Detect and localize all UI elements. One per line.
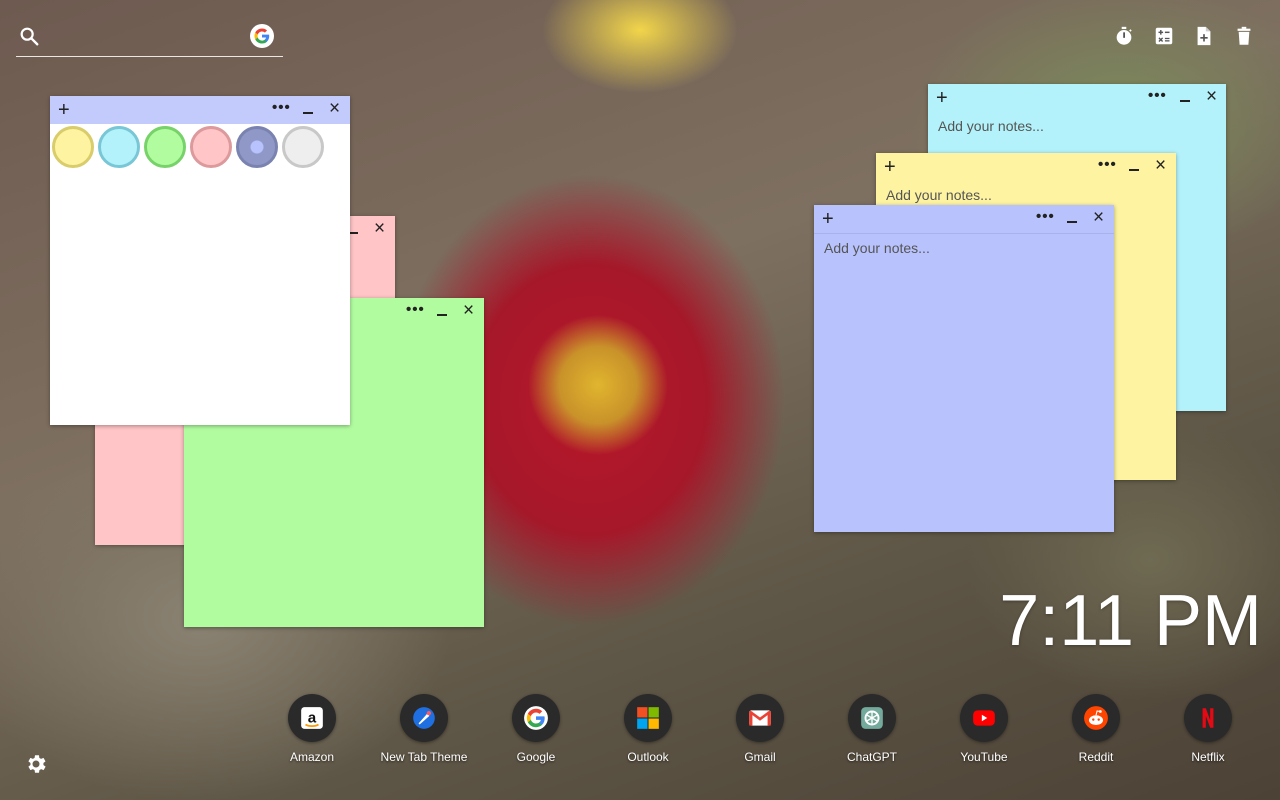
- add-note-button[interactable]: +: [822, 206, 834, 232]
- gear-icon[interactable]: [24, 752, 48, 776]
- color-swatch-periwinkle-selected[interactable]: [236, 126, 278, 168]
- google-icon: [512, 694, 560, 742]
- add-note-icon[interactable]: [1192, 24, 1216, 48]
- shortcut-youtube[interactable]: YouTube: [928, 694, 1040, 774]
- search-icon[interactable]: [18, 25, 40, 47]
- note-toolbar: + ••• ×: [928, 84, 1226, 112]
- more-options-button[interactable]: •••: [1098, 153, 1116, 179]
- note-white[interactable]: + ••• ×: [50, 96, 350, 425]
- shortcut-label: New Tab Theme: [380, 750, 468, 764]
- shortcut-label: YouTube: [960, 750, 1008, 764]
- shortcut-reddit[interactable]: Reddit: [1040, 694, 1152, 774]
- shortcut-label: Netflix: [1191, 750, 1225, 764]
- minimize-button[interactable]: [1127, 153, 1141, 179]
- shortcut-label: Gmail: [744, 750, 776, 764]
- gmail-icon: [736, 694, 784, 742]
- shortcut-google[interactable]: Google: [480, 694, 592, 774]
- chatgpt-icon: [848, 694, 896, 742]
- more-options-button[interactable]: •••: [406, 298, 424, 324]
- minimize-button[interactable]: [435, 298, 449, 324]
- shortcut-label: Google: [516, 750, 556, 764]
- google-g-icon[interactable]: [250, 24, 274, 48]
- more-options-button[interactable]: •••: [1148, 84, 1166, 110]
- shortcut-chatgpt[interactable]: ChatGPT: [816, 694, 928, 774]
- add-note-button[interactable]: +: [936, 85, 948, 111]
- color-picker: [52, 126, 324, 176]
- shortcut-netflix[interactable]: Netflix: [1152, 694, 1264, 774]
- minimize-button[interactable]: [1178, 84, 1192, 110]
- clock: 7:11 PM: [999, 581, 1262, 661]
- shortcut-amazon[interactable]: a Amazon: [256, 694, 368, 774]
- shortcut-label: Outlook: [627, 750, 669, 764]
- color-swatch-white[interactable]: [282, 126, 324, 168]
- note-periwinkle[interactable]: + ••• × Add your notes...: [814, 205, 1114, 532]
- note-toolbar: + ••• ×: [50, 96, 350, 124]
- shortcut-gmail[interactable]: Gmail: [704, 694, 816, 774]
- color-swatch-green[interactable]: [144, 126, 186, 168]
- note-text-area[interactable]: Add your notes...: [814, 234, 1114, 262]
- shortcut-label: Reddit: [1078, 750, 1114, 764]
- add-note-button[interactable]: +: [58, 97, 70, 123]
- color-swatch-yellow[interactable]: [52, 126, 94, 168]
- search-bar: [16, 22, 283, 57]
- color-swatch-pink[interactable]: [190, 126, 232, 168]
- close-button[interactable]: ×: [1206, 84, 1222, 110]
- timer-icon[interactable]: [1112, 24, 1136, 48]
- reddit-icon: [1072, 694, 1120, 742]
- note-toolbar: + ••• ×: [876, 153, 1176, 181]
- close-button[interactable]: ×: [374, 216, 390, 242]
- close-button[interactable]: ×: [329, 96, 345, 122]
- color-swatch-blue[interactable]: [98, 126, 140, 168]
- shortcut-new-tab-theme[interactable]: New Tab Theme: [368, 694, 480, 774]
- youtube-icon: [960, 694, 1008, 742]
- close-button[interactable]: ×: [1093, 205, 1109, 231]
- calculator-icon[interactable]: [1152, 24, 1176, 48]
- minimize-button[interactable]: [1065, 205, 1079, 231]
- add-note-button[interactable]: +: [884, 154, 896, 180]
- note-text-area[interactable]: Add your notes...: [928, 112, 1226, 140]
- shortcut-outlook[interactable]: Outlook: [592, 694, 704, 774]
- more-options-button[interactable]: •••: [272, 96, 290, 122]
- close-button[interactable]: ×: [463, 298, 479, 324]
- note-toolbar: + ••• ×: [814, 205, 1114, 234]
- new-tab-theme-icon: [400, 694, 448, 742]
- netflix-icon: [1184, 694, 1232, 742]
- shortcut-label: Amazon: [289, 750, 335, 764]
- svg-text:a: a: [308, 709, 317, 726]
- shortcut-label: ChatGPT: [846, 750, 897, 764]
- close-button[interactable]: ×: [1155, 153, 1171, 179]
- minimize-button[interactable]: [301, 96, 315, 122]
- amazon-icon: a: [288, 694, 336, 742]
- trash-icon[interactable]: [1232, 24, 1256, 48]
- search-input[interactable]: [50, 26, 254, 50]
- outlook-icon: [624, 694, 672, 742]
- more-options-button[interactable]: •••: [1036, 205, 1054, 231]
